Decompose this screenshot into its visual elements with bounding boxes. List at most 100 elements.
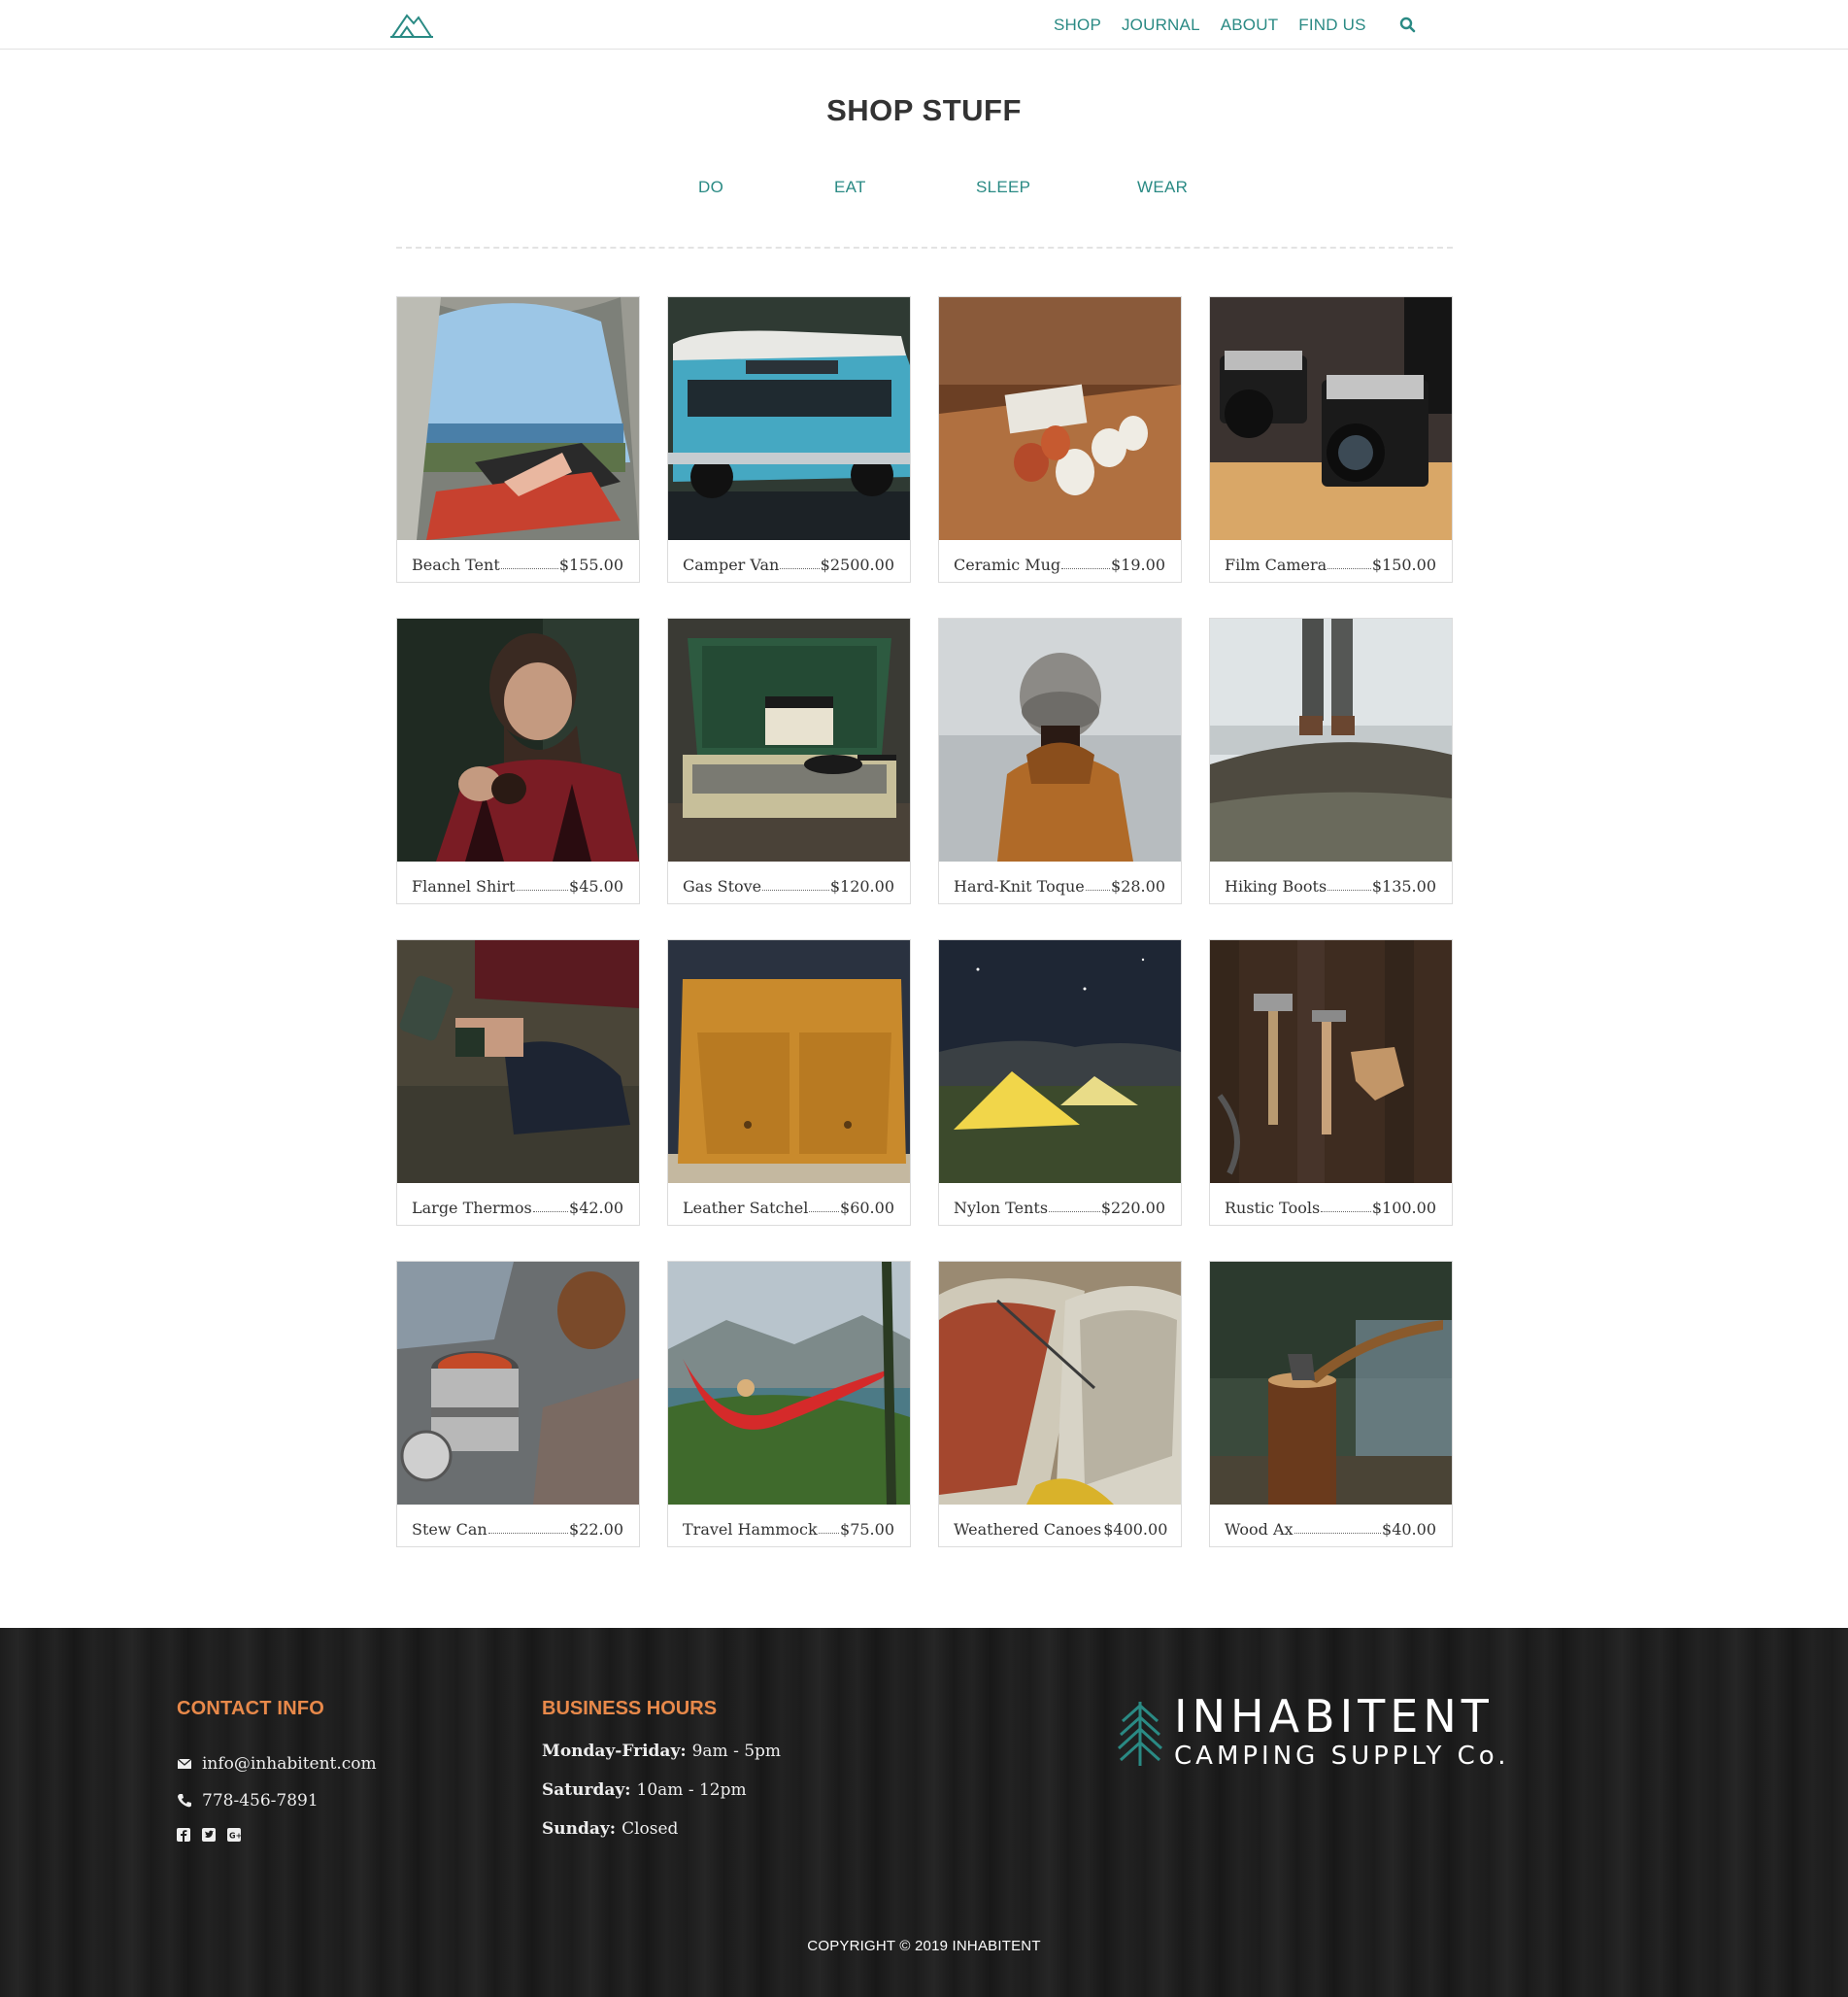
product-price: $100.00: [1371, 1199, 1436, 1217]
product-card[interactable]: Stew Can $22.00: [396, 1261, 640, 1547]
nav-find-us[interactable]: FIND US: [1298, 16, 1365, 35]
hours-day: Sunday:: [542, 1819, 617, 1839]
product-name: Large Thermos: [412, 1199, 532, 1217]
product-label: Film Camera $150.00: [1210, 540, 1452, 582]
product-name: Nylon Tents: [954, 1199, 1049, 1217]
product-card[interactable]: Nylon Tents $220.00: [938, 939, 1182, 1226]
product-card[interactable]: Leather Satchel $60.00: [667, 939, 911, 1226]
dot-leader: [1061, 568, 1111, 569]
copyright-text: COPYRIGHT © 2019 INHABITENT: [807, 1938, 1041, 1954]
product-card[interactable]: Gas Stove $120.00: [667, 618, 911, 904]
category-do[interactable]: DO: [698, 178, 723, 197]
product-label: Hiking Boots $135.00: [1210, 862, 1452, 903]
product-label: Camper Van $2500.00: [668, 540, 910, 582]
product-label: Ceramic Mug $19.00: [939, 540, 1181, 582]
nav-shop[interactable]: SHOP: [1054, 16, 1101, 35]
product-image[interactable]: [668, 940, 910, 1183]
dot-leader: [1321, 1211, 1371, 1212]
product-image[interactable]: [668, 1262, 910, 1505]
product-card[interactable]: Weathered Canoes $400.00: [938, 1261, 1182, 1547]
product-image[interactable]: [1210, 1262, 1452, 1505]
dot-leader: [809, 1211, 840, 1212]
twitter-icon[interactable]: [202, 1828, 216, 1842]
product-image[interactable]: [939, 297, 1181, 540]
product-image[interactable]: [1210, 297, 1452, 540]
product-price: $60.00: [840, 1199, 894, 1217]
dot-leader: [1085, 890, 1111, 891]
product-price: $40.00: [1382, 1520, 1436, 1539]
product-name: Stew Can: [412, 1520, 487, 1539]
product-card[interactable]: Beach Tent $155.00: [396, 296, 640, 583]
tent-logo-icon[interactable]: [390, 10, 433, 39]
hours-heading: BUSINESS HOURS: [542, 1698, 718, 1719]
product-card[interactable]: Large Thermos $42.00: [396, 939, 640, 1226]
product-image[interactable]: [668, 619, 910, 862]
product-card[interactable]: Rustic Tools $100.00: [1209, 939, 1453, 1226]
product-image[interactable]: [397, 1262, 639, 1505]
hours-day: Saturday:: [542, 1780, 631, 1800]
product-card[interactable]: Wood Ax $40.00: [1209, 1261, 1453, 1547]
product-price: $19.00: [1111, 556, 1165, 574]
nav-journal[interactable]: JOURNAL: [1122, 16, 1200, 35]
product-image[interactable]: [939, 940, 1181, 1183]
pine-tree-icon: [1117, 1700, 1163, 1768]
product-name: Ceramic Mug: [954, 556, 1061, 574]
product-card[interactable]: Film Camera $150.00: [1209, 296, 1453, 583]
product-name: Beach Tent: [412, 556, 500, 574]
product-image[interactable]: [397, 940, 639, 1183]
product-image[interactable]: [939, 1262, 1181, 1505]
dot-leader: [1327, 890, 1371, 891]
search-icon[interactable]: [1399, 17, 1417, 34]
contact-email[interactable]: info@inhabitent.com: [177, 1754, 377, 1774]
category-eat[interactable]: EAT: [834, 178, 866, 197]
product-name: Gas Stove: [683, 877, 762, 896]
nav-about[interactable]: ABOUT: [1221, 16, 1279, 35]
product-name: Weathered Canoes: [954, 1520, 1102, 1539]
product-card[interactable]: Hiking Boots $135.00: [1209, 618, 1453, 904]
product-label: Beach Tent $155.00: [397, 540, 639, 582]
brand-name: INHABITENT: [1174, 1690, 1494, 1743]
section-divider: [396, 247, 1453, 249]
email-text: info@inhabitent.com: [202, 1754, 377, 1774]
product-card[interactable]: Travel Hammock $75.00: [667, 1261, 911, 1547]
product-label: Leather Satchel $60.00: [668, 1183, 910, 1225]
product-card[interactable]: Flannel Shirt $45.00: [396, 618, 640, 904]
dot-leader: [1049, 1211, 1100, 1212]
product-price: $2500.00: [820, 556, 894, 574]
product-label: Weathered Canoes $400.00: [939, 1505, 1181, 1546]
product-price: $150.00: [1371, 556, 1436, 574]
product-label: Flannel Shirt $45.00: [397, 862, 639, 903]
product-image[interactable]: [397, 619, 639, 862]
product-card[interactable]: Hard-Knit Toque $28.00: [938, 618, 1182, 904]
main-nav: SHOP JOURNAL ABOUT FIND US: [1054, 16, 1417, 35]
product-price: $120.00: [829, 877, 894, 896]
dot-leader: [818, 1533, 840, 1534]
product-label: Gas Stove $120.00: [668, 862, 910, 903]
product-label: Large Thermos $42.00: [397, 1183, 639, 1225]
product-image[interactable]: [397, 297, 639, 540]
page-title: SHOP STUFF: [826, 93, 1022, 127]
product-image[interactable]: [1210, 940, 1452, 1183]
category-wear[interactable]: WEAR: [1137, 178, 1188, 197]
product-image[interactable]: [939, 619, 1181, 862]
category-sleep[interactable]: SLEEP: [976, 178, 1030, 197]
product-name: Leather Satchel: [683, 1199, 809, 1217]
dot-leader: [762, 890, 829, 891]
facebook-icon[interactable]: [177, 1828, 190, 1842]
contact-phone[interactable]: 778-456-7891: [177, 1791, 319, 1811]
dot-leader: [1327, 568, 1371, 569]
product-name: Rustic Tools: [1225, 1199, 1321, 1217]
dot-leader: [532, 1211, 569, 1212]
product-image[interactable]: [1210, 619, 1452, 862]
product-image[interactable]: [668, 297, 910, 540]
phone-icon: [177, 1793, 192, 1809]
product-name: Wood Ax: [1225, 1520, 1294, 1539]
product-card[interactable]: Camper Van $2500.00: [667, 296, 911, 583]
product-name: Hiking Boots: [1225, 877, 1327, 896]
dot-leader: [487, 1533, 569, 1534]
product-name: Flannel Shirt: [412, 877, 516, 896]
google-plus-icon[interactable]: G+: [227, 1828, 242, 1842]
product-card[interactable]: Ceramic Mug $19.00: [938, 296, 1182, 583]
hours-weekday: Monday-Friday: 9am - 5pm: [542, 1742, 781, 1761]
hours-time: Closed: [622, 1819, 679, 1839]
